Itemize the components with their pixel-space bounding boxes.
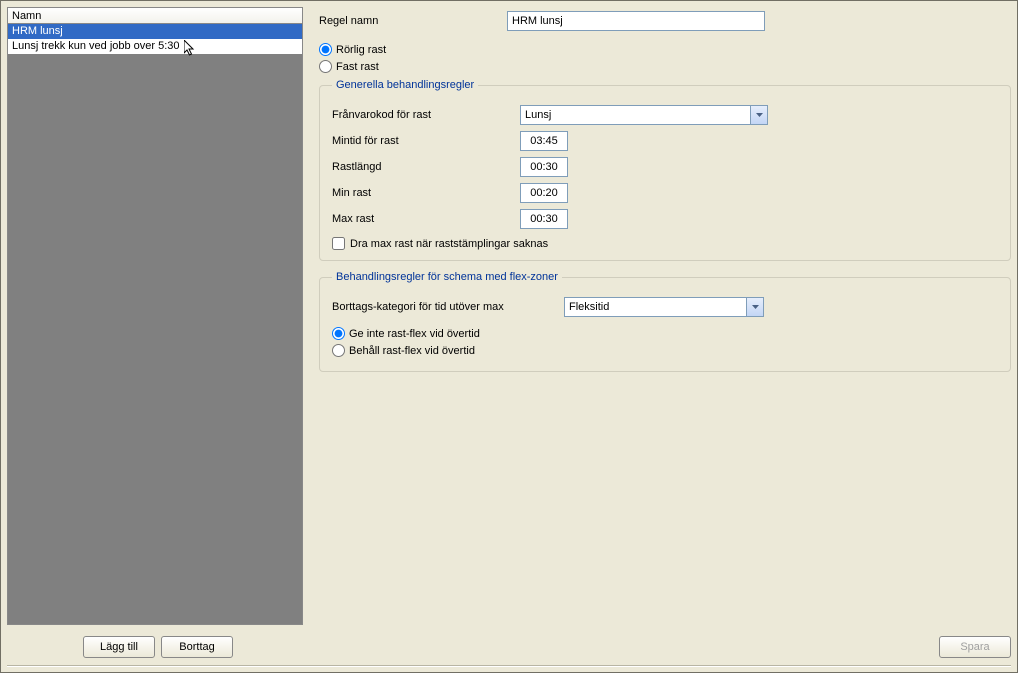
min-break-row: Min rast: [332, 183, 998, 203]
button-bar: Lägg till Borttag Spara: [7, 636, 1011, 660]
radio-rorlig-rast[interactable]: Rörlig rast: [319, 43, 1011, 56]
length-input[interactable]: [520, 157, 568, 177]
removal-cat-row: Borttags-kategori för tid utöver max Fle…: [332, 297, 998, 317]
cursor-icon: [184, 40, 196, 58]
removal-cat-select[interactable]: Fleksitid: [564, 297, 764, 317]
list-item-label: Lunsj trekk kun ved jobb over 5:30: [12, 40, 180, 52]
min-time-label: Mintid för rast: [332, 135, 520, 147]
rule-name-row: Regel namn: [319, 11, 1011, 31]
length-row: Rastlängd: [332, 157, 998, 177]
spacer: [309, 636, 939, 660]
max-break-input[interactable]: [520, 209, 568, 229]
save-button[interactable]: Spara: [939, 636, 1011, 658]
flex-rules-legend: Behandlingsregler för schema med flex-zo…: [332, 271, 562, 283]
general-rules-group: Generella behandlingsregler Frånvarokod …: [319, 79, 1011, 261]
flex-rules-group: Behandlingsregler för schema med flex-zo…: [319, 271, 1011, 372]
radio-rorlig-label: Rörlig rast: [336, 44, 386, 56]
max-break-checkbox[interactable]: [332, 237, 345, 250]
absence-code-row: Frånvarokod för rast Lunsj: [332, 105, 998, 125]
bottom-separator: [7, 665, 1011, 667]
radio-keep-flex-input[interactable]: [332, 344, 345, 357]
max-break-checkbox-row[interactable]: Dra max rast när raststämplingar saknas: [332, 237, 998, 250]
removal-cat-label: Borttags-kategori för tid utöver max: [332, 301, 564, 313]
radio-fast-label: Fast rast: [336, 61, 379, 73]
add-button[interactable]: Lägg till: [83, 636, 155, 658]
radio-no-flex-input[interactable]: [332, 327, 345, 340]
left-buttons: Lägg till Borttag: [7, 636, 309, 660]
app-window: Namn HRM lunsj Lunsj trekk kun ved jobb …: [0, 0, 1018, 673]
radio-fast-rast[interactable]: Fast rast: [319, 60, 1011, 73]
min-time-row: Mintid för rast: [332, 131, 998, 151]
left-column: Namn HRM lunsj Lunsj trekk kun ved jobb …: [7, 7, 303, 625]
rule-name-input[interactable]: [507, 11, 765, 31]
max-break-row: Max rast: [332, 209, 998, 229]
radio-keep-flex-label: Behåll rast-flex vid övertid: [349, 345, 475, 357]
radio-keep-flex[interactable]: Behåll rast-flex vid övertid: [332, 344, 998, 357]
list-item[interactable]: HRM lunsj: [8, 24, 302, 39]
radio-rorlig-input[interactable]: [319, 43, 332, 56]
min-break-label: Min rast: [332, 187, 520, 199]
absence-code-select[interactable]: Lunsj: [520, 105, 768, 125]
min-break-input[interactable]: [520, 183, 568, 203]
removal-cat-value: Fleksitid: [565, 298, 746, 316]
min-time-input[interactable]: [520, 131, 568, 151]
radio-no-flex-label: Ge inte rast-flex vid övertid: [349, 328, 480, 340]
list-item[interactable]: Lunsj trekk kun ved jobb over 5:30: [8, 39, 302, 54]
max-break-label: Max rast: [332, 213, 520, 225]
general-rules-legend: Generella behandlingsregler: [332, 79, 478, 91]
length-label: Rastlängd: [332, 161, 520, 173]
right-column: Regel namn Rörlig rast Fast rast Generel…: [303, 7, 1011, 625]
chevron-down-icon[interactable]: [746, 298, 763, 316]
main-columns: Namn HRM lunsj Lunsj trekk kun ved jobb …: [7, 7, 1011, 625]
list-header-name[interactable]: Namn: [7, 7, 303, 24]
remove-button[interactable]: Borttag: [161, 636, 233, 658]
max-break-checkbox-label: Dra max rast när raststämplingar saknas: [350, 238, 548, 250]
absence-code-label: Frånvarokod för rast: [332, 109, 520, 121]
chevron-down-icon[interactable]: [750, 106, 767, 124]
rules-listbox[interactable]: HRM lunsj Lunsj trekk kun ved jobb over …: [7, 24, 303, 625]
list-item-label: HRM lunsj: [12, 25, 63, 37]
radio-no-flex[interactable]: Ge inte rast-flex vid övertid: [332, 327, 998, 340]
rule-name-label: Regel namn: [319, 15, 507, 27]
absence-code-value: Lunsj: [521, 106, 750, 124]
radio-fast-input[interactable]: [319, 60, 332, 73]
